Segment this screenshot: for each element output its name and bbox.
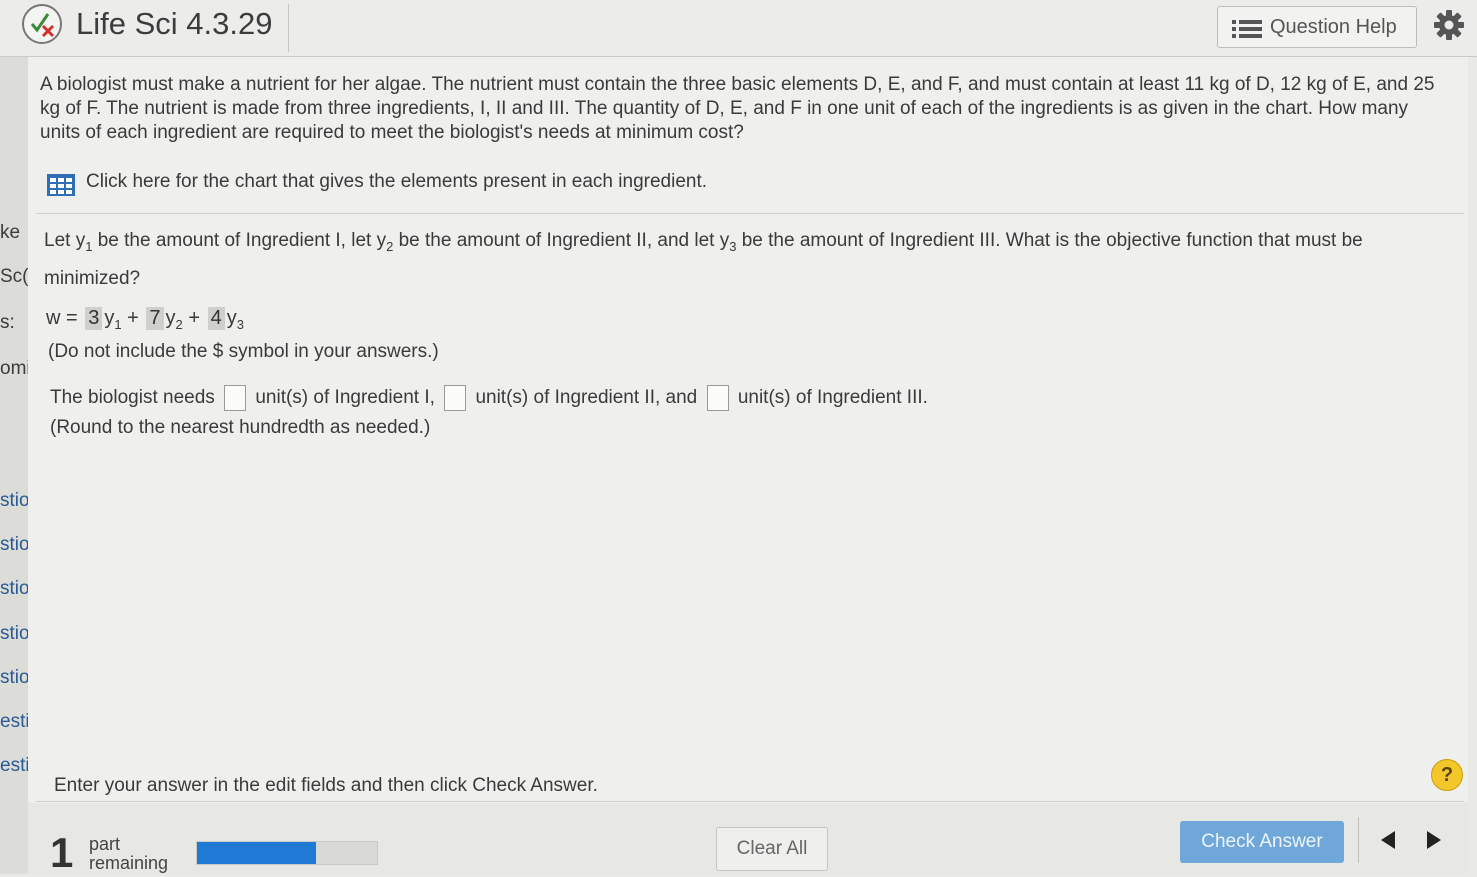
title-divider xyxy=(288,4,289,52)
next-question-button[interactable] xyxy=(1415,825,1451,855)
needs-sentence: The biologist needs unit(s) of Ingredien… xyxy=(50,385,928,411)
var-y: y xyxy=(719,230,730,251)
part-question: Let y1 be the amount of Ingredient I, le… xyxy=(44,225,1434,295)
question-help-label: Question Help xyxy=(1270,16,1397,38)
needs-text: unit(s) of Ingredient III. xyxy=(737,387,928,409)
footer-divider xyxy=(36,801,1464,802)
part-text: be the amount of Ingredient I, let xyxy=(92,230,377,251)
var-y: y xyxy=(165,307,176,329)
chart-link-text[interactable]: Click here for the chart that gives the … xyxy=(86,171,707,193)
question-nav xyxy=(1358,817,1459,863)
question-panel: A biologist must make a nutrient for her… xyxy=(28,57,1468,876)
symbol-note: (Do not include the $ symbol in your ans… xyxy=(48,341,439,362)
question-header: Life Sci 4.3.29 Question Help xyxy=(0,0,1477,57)
sidebar-question-link[interactable]: stio xyxy=(0,623,30,645)
objective-prefix: w = xyxy=(46,307,84,329)
footer-bar: 1 part remaining Clear All Check Answer xyxy=(28,803,1468,876)
question-help-button[interactable]: Question Help xyxy=(1217,6,1417,48)
sidebar-item[interactable]: s: xyxy=(0,312,15,334)
plus-sign: + xyxy=(182,307,206,329)
section-divider xyxy=(36,213,1464,214)
needs-text: unit(s) of Ingredient II, and xyxy=(475,387,698,409)
sidebar-question-link[interactable]: stio xyxy=(0,490,30,512)
part-text: Let xyxy=(44,230,76,251)
progress-fill xyxy=(197,842,316,864)
needs-text: The biologist needs xyxy=(50,387,215,409)
progress-bar xyxy=(196,841,378,865)
var-subscript: 3 xyxy=(236,317,244,332)
gear-icon[interactable] xyxy=(1432,8,1466,42)
coefficient-answer-2[interactable]: 7 xyxy=(146,307,164,330)
answer-instructions: Enter your answer in the edit fields and… xyxy=(54,775,598,796)
sidebar-item[interactable]: omi xyxy=(0,358,31,380)
ingredient-3-input[interactable] xyxy=(706,385,729,411)
sidebar-item[interactable]: ke xyxy=(0,222,20,244)
sidebar-question-link[interactable]: stio xyxy=(0,578,30,600)
next-arrow-icon xyxy=(1427,831,1441,849)
remaining-label-line: remaining xyxy=(89,853,169,873)
clear-all-button[interactable]: Clear All xyxy=(716,827,828,871)
parts-remaining-count: 1 xyxy=(50,829,74,876)
question-text: A biologist must make a nutrient for her… xyxy=(40,74,1435,143)
sidebar-item[interactable]: Sc( xyxy=(0,266,29,288)
prev-arrow-icon xyxy=(1381,831,1395,849)
parts-remaining-label: part remaining xyxy=(89,835,168,873)
sidebar-question-link[interactable]: stio xyxy=(0,667,30,689)
var-subscript: 2 xyxy=(175,317,183,332)
var-y: y xyxy=(75,230,86,251)
coefficient-answer-1[interactable]: 3 xyxy=(85,307,103,330)
prev-question-button[interactable] xyxy=(1371,825,1407,855)
part-text: be the amount of Ingredient II, and let xyxy=(393,230,720,251)
list-icon xyxy=(1232,19,1262,45)
coefficient-answer-3[interactable]: 4 xyxy=(207,307,225,330)
var-y: y xyxy=(104,307,115,329)
rounding-note: (Round to the nearest hundredth as neede… xyxy=(50,417,431,438)
ingredient-2-input[interactable] xyxy=(444,385,467,411)
ingredient-1-input[interactable] xyxy=(224,385,247,411)
help-icon[interactable]: ? xyxy=(1431,759,1463,791)
check-answer-button[interactable]: Check Answer xyxy=(1180,821,1344,863)
grid-table-icon xyxy=(46,173,76,202)
var-y: y xyxy=(376,230,387,251)
remaining-label-line: part xyxy=(89,834,121,854)
var-subscript: 1 xyxy=(114,317,122,332)
needs-text: unit(s) of Ingredient I, xyxy=(255,387,435,409)
page-title: Life Sci 4.3.29 xyxy=(76,6,273,41)
partial-credit-status-icon xyxy=(22,4,62,44)
sidebar-question-link[interactable]: stio xyxy=(0,534,30,556)
objective-function: w = 3 y1 + 7 y2 + 4 y3 xyxy=(46,307,244,332)
plus-sign: + xyxy=(121,307,145,329)
var-y: y xyxy=(226,307,237,329)
